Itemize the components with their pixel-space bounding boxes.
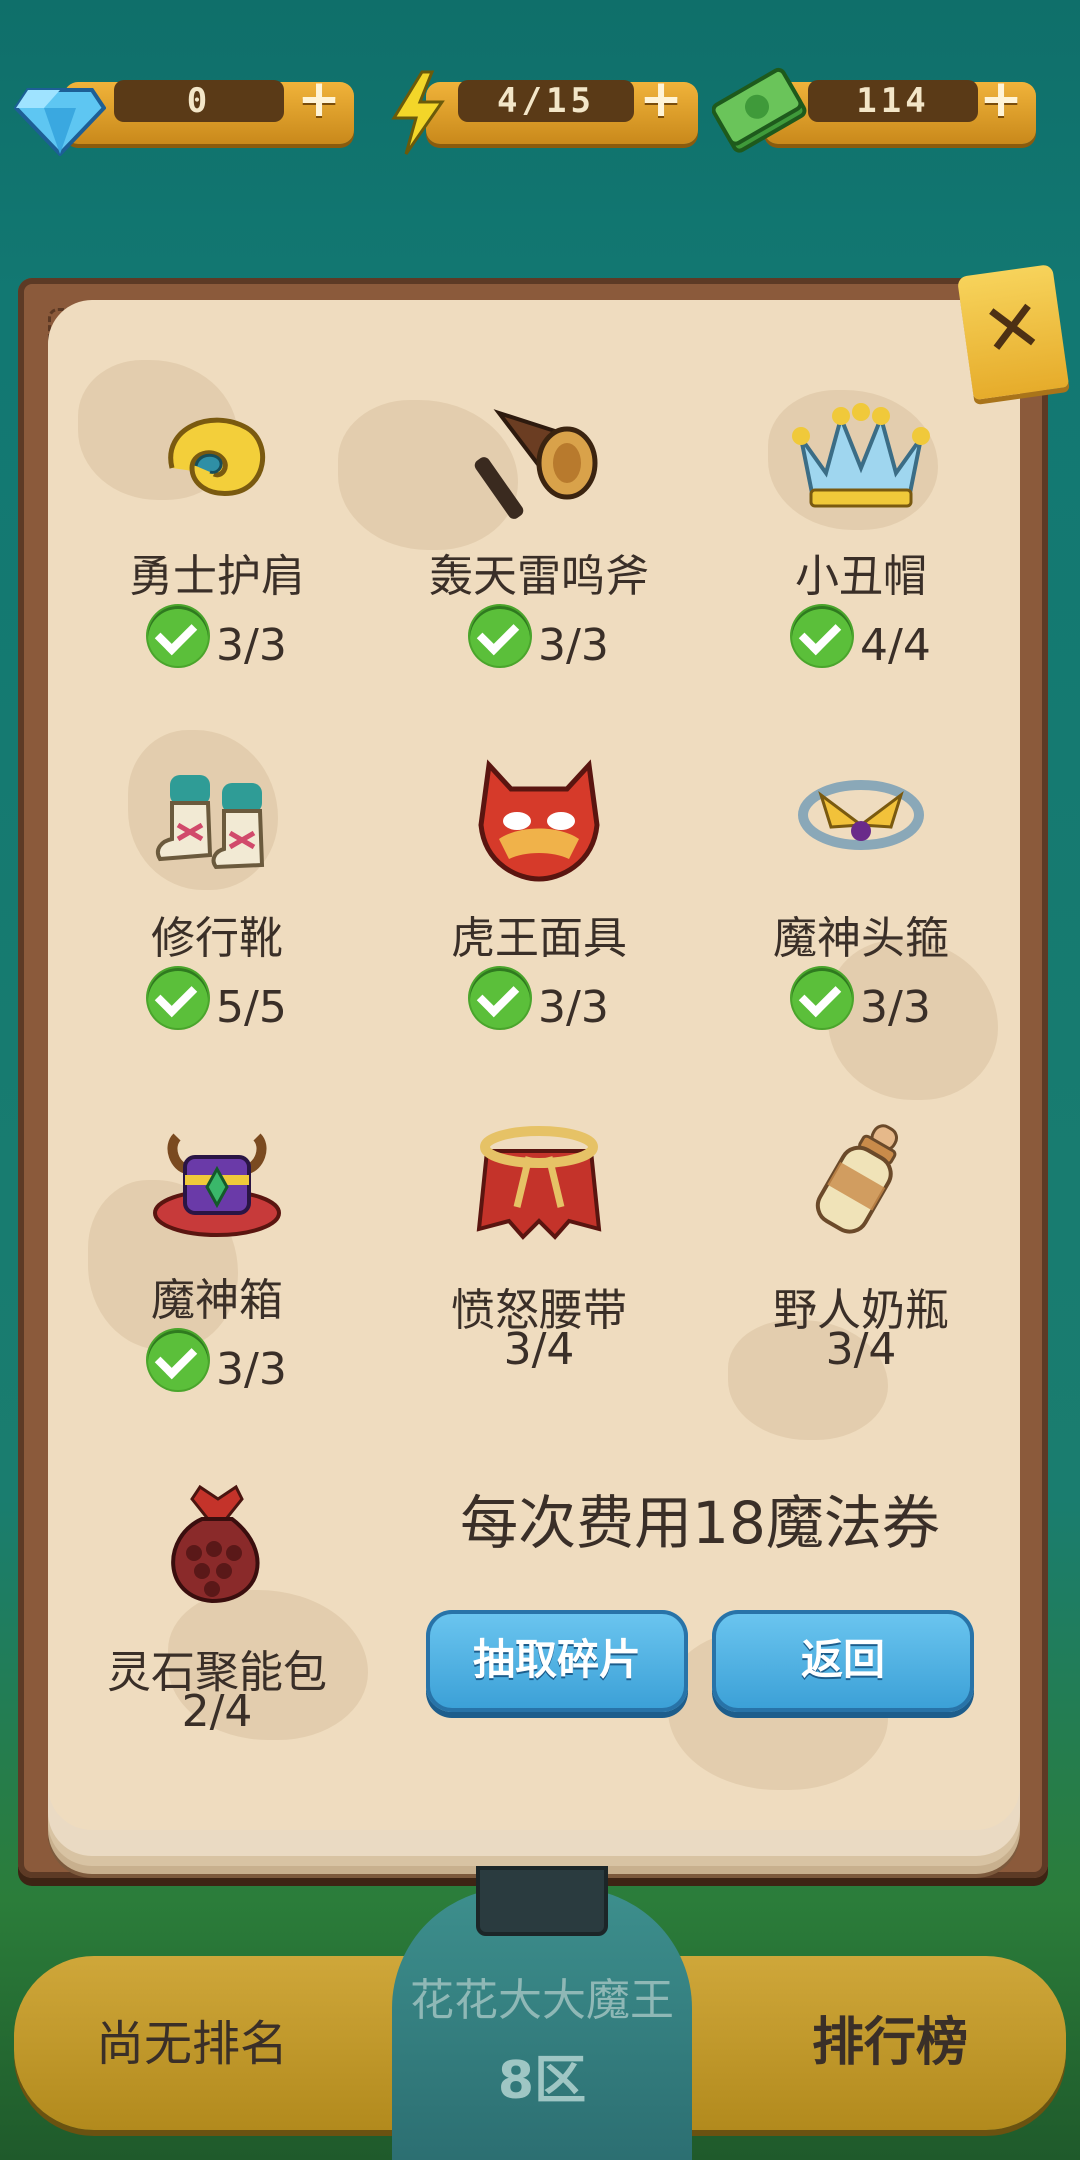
item-progress: 3/4: [503, 1324, 575, 1375]
item-progress: 3/3: [216, 620, 287, 671]
add-gems-button[interactable]: +: [296, 73, 342, 125]
item-progress: 3/3: [860, 982, 931, 1033]
treasure-box-icon: [56, 1112, 378, 1252]
item-progress-row: 3/4: [700, 1324, 1022, 1390]
close-icon: ✕: [976, 282, 1049, 374]
item-progress: 2/4: [181, 1686, 253, 1737]
item-progress: 4/4: [860, 620, 931, 671]
item-card[interactable]: 灵石聚能包 2/4: [56, 1474, 378, 1834]
item-progress: 3/3: [216, 1344, 287, 1395]
back-button[interactable]: 返回: [712, 1610, 974, 1712]
check-icon: [792, 606, 852, 666]
gem-count: 0: [114, 80, 284, 122]
item-name: 小丑帽: [795, 551, 927, 602]
cash-icon: [712, 67, 807, 153]
check-icon: [148, 606, 208, 666]
add-cash-button[interactable]: +: [978, 73, 1024, 125]
item-card[interactable]: 勇士护肩 3/3: [56, 388, 378, 748]
item-card[interactable]: 虎王面具 3/3: [378, 750, 700, 1110]
item-name: 虎王面具: [451, 913, 627, 964]
check-icon: [470, 606, 530, 666]
item-progress-row: 5/5: [56, 968, 378, 1033]
item-name: 勇士护肩: [129, 551, 305, 602]
avatar[interactable]: [476, 1866, 608, 1936]
cash-resource: 114 +: [712, 67, 1038, 156]
energy-count: 4/15: [458, 80, 634, 122]
check-icon: [470, 968, 530, 1028]
item-card[interactable]: 小丑帽 4/4: [700, 388, 1022, 748]
diamond-icon: [14, 88, 106, 156]
player-name: 花花大大魔王: [410, 1975, 674, 2026]
item-card[interactable]: 魔神箱 3/3: [56, 1112, 378, 1472]
item-progress-row: 3/3: [700, 968, 1022, 1033]
item-name: 修行靴: [151, 913, 283, 964]
headband-icon: [700, 750, 1022, 890]
item-name: 轰天雷鸣斧: [429, 551, 649, 602]
cash-count: 114: [808, 80, 978, 122]
item-card[interactable]: 轰天雷鸣斧 3/3: [378, 388, 700, 748]
check-icon: [148, 968, 208, 1028]
item-progress-row: 3/3: [378, 968, 700, 1033]
item-name: 魔神头箍: [773, 913, 949, 964]
item-progress-row: 3/3: [378, 606, 700, 671]
close-button[interactable]: ✕: [956, 263, 1070, 401]
rank-status: 尚无排名: [96, 2016, 289, 2072]
item-progress-row: 4/4: [700, 606, 1022, 671]
gem-resource: 0 +: [14, 70, 354, 156]
item-progress-row: 3/3: [56, 606, 378, 671]
check-icon: [792, 968, 852, 1028]
item-card[interactable]: 野人奶瓶 3/4: [700, 1112, 1022, 1472]
tiger-mask-icon: [378, 750, 700, 890]
item-progress: 3/3: [538, 620, 609, 671]
item-name: 魔神箱: [151, 1275, 283, 1326]
item-progress-row: 2/4: [56, 1686, 378, 1752]
server-zone: 8区: [497, 2051, 587, 2111]
item-progress: 3/3: [538, 982, 609, 1033]
spirit-bag-icon: [56, 1474, 378, 1614]
cost-text: 每次费用18魔法券: [460, 1489, 940, 1557]
crown-icon: [700, 388, 1022, 528]
shoulder-pad-icon: [56, 388, 378, 528]
belt-icon: [378, 1112, 700, 1252]
item-progress-row: 3/4: [378, 1324, 700, 1390]
add-energy-button[interactable]: +: [638, 73, 684, 125]
check-icon: [148, 1330, 208, 1390]
item-progress: 3/4: [825, 1324, 897, 1375]
energy-resource: 4/15 +: [388, 70, 698, 156]
item-progress-row: 3/3: [56, 1330, 378, 1395]
milk-bottle-icon: [700, 1112, 1022, 1252]
item-progress: 5/5: [216, 982, 287, 1033]
axe-icon: [378, 388, 700, 528]
item-card[interactable]: 愤怒腰带 3/4: [378, 1112, 700, 1472]
item-card[interactable]: 魔神头箍 3/3: [700, 750, 1022, 1110]
draw-fragment-button[interactable]: 抽取碎片: [426, 1610, 688, 1712]
boots-icon: [56, 750, 378, 890]
lightning-icon: [391, 70, 445, 155]
item-card[interactable]: 修行靴 5/5: [56, 750, 378, 1110]
leaderboard-button[interactable]: 排行榜: [812, 2000, 968, 2075]
